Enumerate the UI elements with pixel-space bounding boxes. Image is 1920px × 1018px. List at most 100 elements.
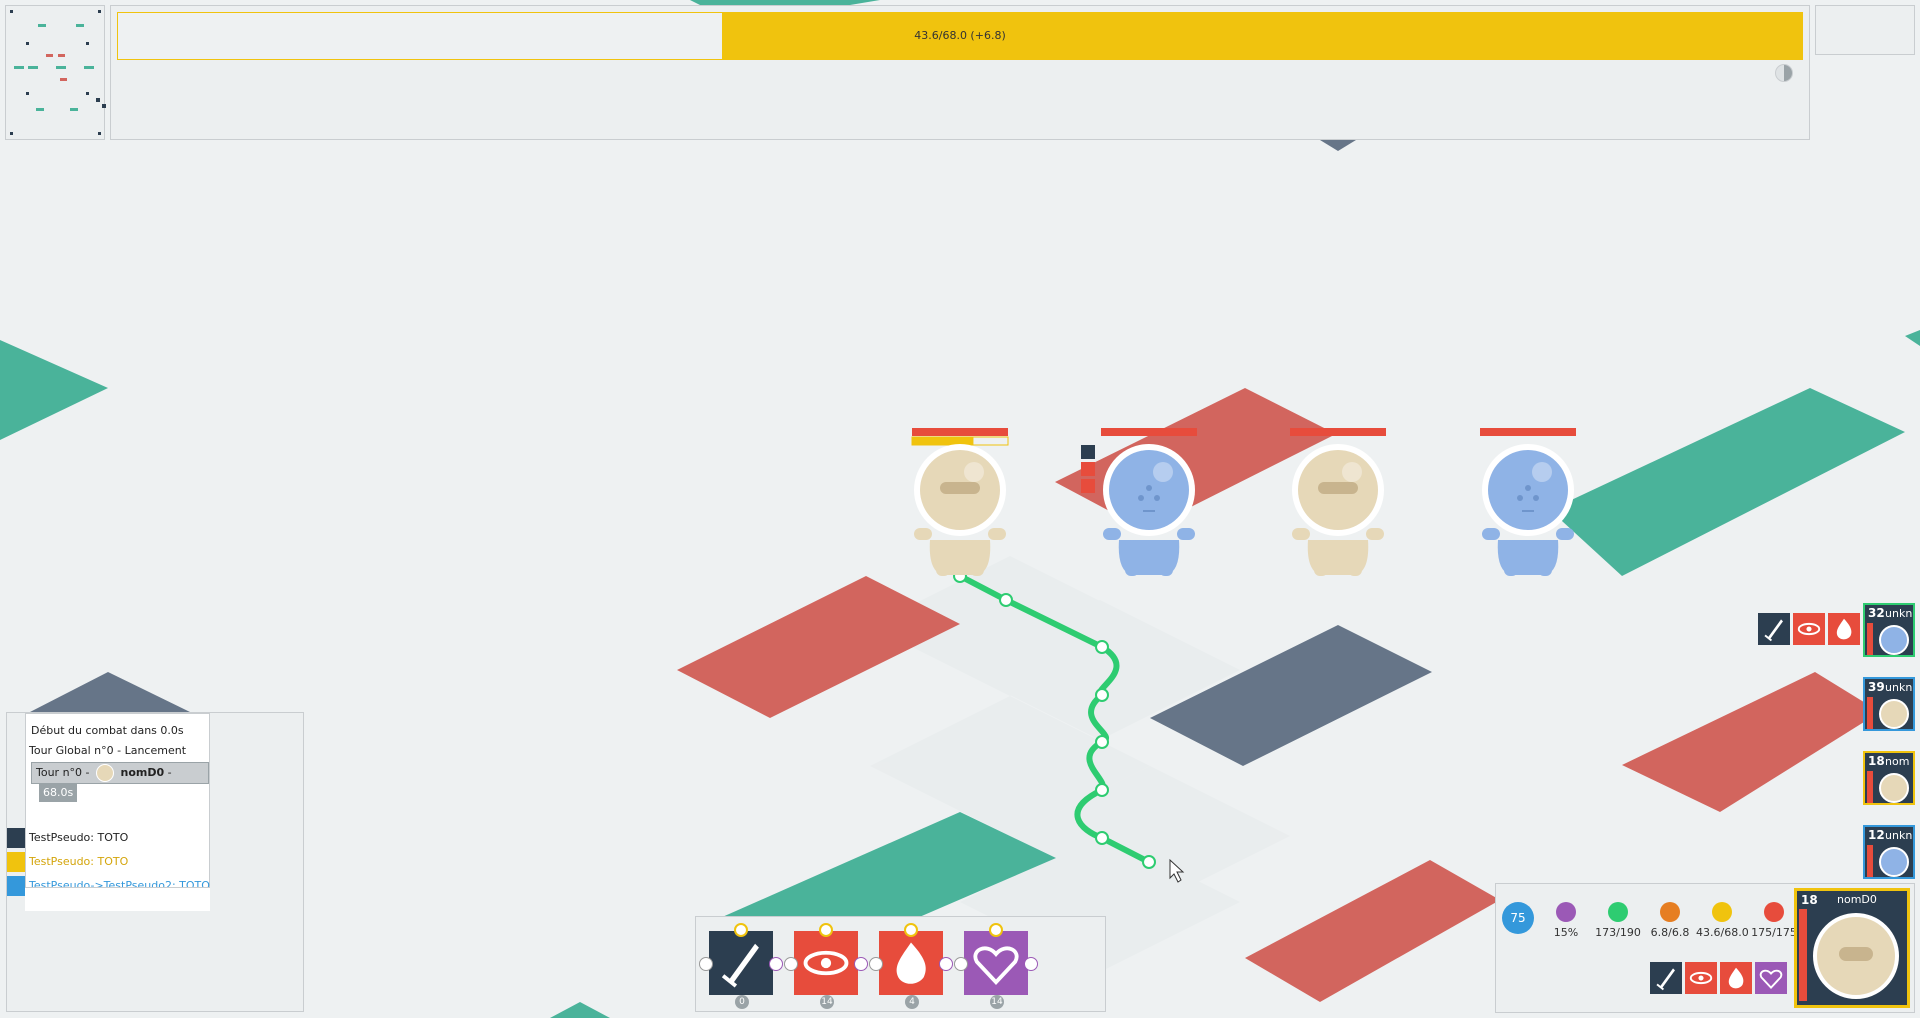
minimap[interactable] xyxy=(5,5,106,140)
channel-color xyxy=(7,876,25,896)
stat-item: 175/175 xyxy=(1748,902,1800,939)
spell-slot[interactable]: 14 xyxy=(954,923,1038,1009)
spell-cost-pip xyxy=(904,923,918,937)
path-node[interactable] xyxy=(1095,783,1109,797)
mini-spell-slot[interactable] xyxy=(1650,962,1682,994)
path-node[interactable] xyxy=(999,593,1013,607)
timeline-card[interactable]: 39 unkn xyxy=(1863,677,1915,731)
spell-handle[interactable] xyxy=(939,957,953,971)
ap-icon xyxy=(1712,902,1732,922)
chat-text: TestPseudo: TOTO xyxy=(29,831,128,844)
mini-spell-slot[interactable] xyxy=(1755,962,1787,994)
avatar xyxy=(1879,847,1909,877)
spell-cost-pip xyxy=(989,923,1003,937)
status-effect-eye-icon xyxy=(1081,462,1095,476)
chat-input[interactable] xyxy=(25,887,210,911)
hp-bar xyxy=(912,428,1008,436)
heart-icon xyxy=(1759,969,1783,990)
effect-slot xyxy=(1793,613,1825,645)
spell-handle[interactable] xyxy=(1024,957,1038,971)
fire-icon xyxy=(1728,967,1744,989)
stat-item: 6.8/6.8 xyxy=(1644,902,1696,939)
eye-icon xyxy=(1797,622,1821,636)
path-node[interactable] xyxy=(1095,640,1109,654)
stat-item: 43.6/68.0 xyxy=(1696,902,1749,939)
ap-bar xyxy=(912,437,974,445)
mini-spell-slot[interactable] xyxy=(1720,962,1752,994)
timeline-hp-bar xyxy=(1867,697,1873,729)
player-level: 18 xyxy=(1801,893,1818,907)
avatar xyxy=(96,764,115,782)
chat-message: TestPseudo: TOTO xyxy=(7,852,207,872)
path-node[interactable] xyxy=(1142,855,1156,869)
player-portrait[interactable]: 18 nomD0 xyxy=(1794,888,1910,1008)
spell-handle[interactable] xyxy=(869,957,883,971)
blue-creature[interactable] xyxy=(1480,428,1576,576)
level-badge: 75 xyxy=(1502,902,1534,934)
red-tile xyxy=(1245,860,1500,1002)
timeline-name: unkn xyxy=(1885,829,1913,842)
stat-value: 6.8/6.8 xyxy=(1650,926,1690,939)
spell-handle[interactable] xyxy=(699,957,713,971)
slate-tile xyxy=(1320,140,1356,151)
chat-sender: TestPseudo xyxy=(29,855,91,868)
timer-icon xyxy=(1775,64,1793,82)
spell-handle[interactable] xyxy=(769,957,783,971)
log-start-line: Début du combat dans 0.0s xyxy=(31,724,184,737)
ap-progress-track: 43.6/68.0 (+6.8) xyxy=(117,12,1803,60)
turn-prefix: Tour n°0 - xyxy=(36,766,90,779)
timeline-card[interactable]: 18 nom xyxy=(1863,751,1915,805)
spell-handle[interactable] xyxy=(854,957,868,971)
timeline-level: 12 xyxy=(1868,828,1885,842)
spell-bar: 0 14 4 14 xyxy=(695,916,1106,1012)
teal-tile xyxy=(1550,388,1905,576)
current-turn-row: Tour n°0 - nomD0 - 68.0s xyxy=(31,762,209,802)
spell-cost-pip xyxy=(734,923,748,937)
spell-slot[interactable]: 14 xyxy=(784,923,868,1009)
effect-slot xyxy=(1828,613,1860,645)
stat-value: 43.6/68.0 xyxy=(1696,926,1749,939)
path-node[interactable] xyxy=(1095,688,1109,702)
turn-player-name: nomD0 xyxy=(120,766,165,779)
timeline-hp-bar xyxy=(1867,623,1873,655)
timeline-name: nom xyxy=(1885,755,1910,768)
fire-icon xyxy=(1836,618,1852,640)
eye-icon xyxy=(803,950,849,976)
eye-icon xyxy=(1689,971,1713,985)
stat-item: 15% xyxy=(1540,902,1592,939)
spell-cost-pip xyxy=(819,923,833,937)
avatar xyxy=(1813,913,1899,999)
path-node[interactable] xyxy=(1095,735,1109,749)
hp-bar xyxy=(1480,428,1576,436)
spell-slot[interactable]: 4 xyxy=(869,923,953,1009)
chat-message: TestPseudo: TOTO xyxy=(7,828,207,848)
tan-creature[interactable] xyxy=(1290,428,1386,576)
mini-spell-slot[interactable] xyxy=(1685,962,1717,994)
teal-tile xyxy=(1905,330,1920,346)
teal-tile xyxy=(550,1002,610,1018)
timeline-card[interactable]: 32 unkn xyxy=(1863,603,1915,657)
player-stats-panel: 75 15% 173/190 6.8/6.8 43.6/68.0 175/175 18 … xyxy=(1495,883,1915,1013)
red-tile xyxy=(1055,388,1336,530)
spell-cooldown: 0 xyxy=(735,995,749,1009)
hp-bar xyxy=(1290,428,1386,436)
combat-log-panel: Début du combat dans 0.0s Tour Global n°… xyxy=(6,712,304,1012)
timeline-card[interactable]: 12 unkn xyxy=(1863,825,1915,879)
turn-separator: - xyxy=(167,766,172,779)
tan-creature[interactable] xyxy=(911,428,1009,576)
avatar xyxy=(1879,625,1909,655)
sword-icon xyxy=(721,943,759,988)
spell-handle[interactable] xyxy=(784,957,798,971)
stat-value: 15% xyxy=(1553,926,1579,939)
turn-timer: 68.0s xyxy=(39,784,78,802)
timeline-level: 32 xyxy=(1868,606,1885,620)
spell-slot[interactable]: 0 xyxy=(699,923,783,1009)
chat-sep: : xyxy=(90,855,98,868)
timeline-hp-bar xyxy=(1867,845,1873,877)
status-effect-sword-icon xyxy=(1081,445,1095,459)
fire-icon xyxy=(896,942,926,984)
status-effect-fire-icon xyxy=(1081,479,1095,493)
spell-handle[interactable] xyxy=(954,957,968,971)
channel-color xyxy=(7,828,25,848)
path-node[interactable] xyxy=(1095,831,1109,845)
